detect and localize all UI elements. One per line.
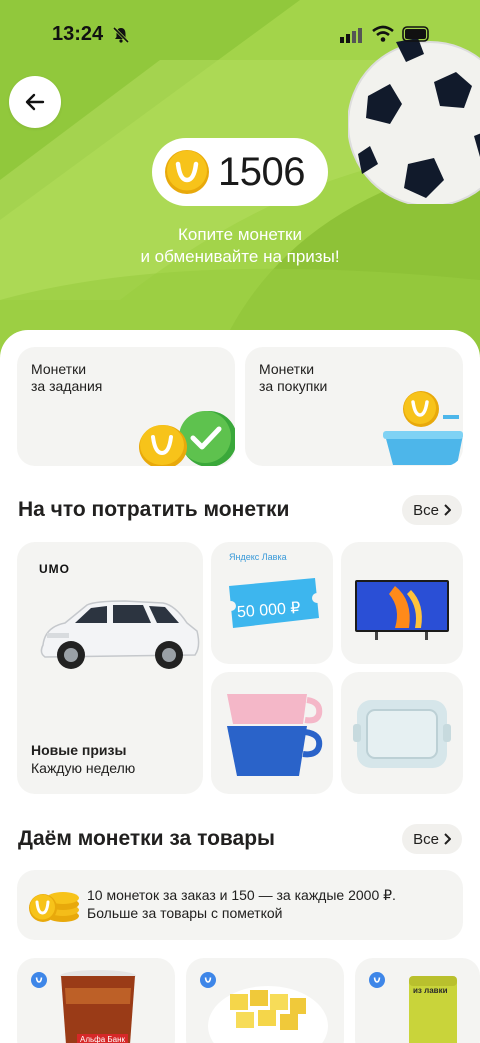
prize-card-car[interactable]: UMO Новые призы Каждую неделю (17, 542, 203, 794)
product-card-drink[interactable]: Альфа Банк (17, 958, 175, 1043)
earn-tasks-title: Монетки за задания (31, 361, 103, 394)
prize-card-tv[interactable] (341, 542, 463, 664)
spend-all-label: Все (413, 501, 439, 519)
signal-icon (340, 28, 362, 43)
wifi-icon (372, 25, 394, 42)
chevron-right-icon (444, 504, 451, 516)
goods-all-label: Все (413, 830, 439, 848)
earn-purchases-title: Монетки за покупки (259, 361, 328, 394)
chevron-right-icon (444, 833, 451, 845)
car-image (40, 600, 200, 669)
bell-muted-icon (112, 26, 130, 44)
goods-all-button[interactable]: Все (402, 824, 462, 854)
brand-logo: UMO (39, 562, 70, 576)
earn-tasks-card[interactable]: Монетки за задания (17, 347, 235, 466)
tv-image (355, 580, 449, 640)
product-label-can: из лавки (413, 986, 448, 995)
product-card-pineapple[interactable] (186, 958, 344, 1043)
baking-dish-image (353, 700, 451, 768)
battery-icon (402, 26, 429, 42)
coin-mark-icon (369, 972, 385, 988)
prize-card-dish[interactable] (341, 672, 463, 794)
coin-icon (165, 150, 209, 194)
coins-check-icon (139, 411, 235, 466)
coin-balance-value: 1506 (218, 149, 305, 194)
status-time: 13:24 (52, 23, 104, 45)
coins-info-text: 10 монеток за заказ и 150 — за каждые 20… (87, 887, 396, 921)
cups-image (227, 694, 323, 776)
basket-coin-icon (383, 391, 463, 465)
drink-can-image (409, 976, 457, 1043)
prize-card-cups[interactable] (211, 672, 333, 794)
hero-subtitle-line1: Копите монетки (178, 225, 302, 244)
drink-cup-image (60, 970, 136, 1043)
product-card-can[interactable]: из лавки (355, 958, 480, 1043)
prize-card-certificate[interactable]: Яндекс Лавка 50 000 ₽ (211, 542, 333, 664)
coin-balance[interactable]: 1506 (152, 138, 328, 206)
prize-card-subtitle: Каждую неделю (31, 760, 136, 776)
back-button[interactable] (9, 76, 61, 128)
arrow-left-icon (25, 93, 45, 111)
lavka-brand: Яндекс Лавка (229, 552, 287, 562)
earn-purchases-card[interactable]: Монетки за покупки (245, 347, 463, 466)
coin-mark-icon (31, 972, 47, 988)
hero-subtitle-line2: и обменивайте на призы! (140, 247, 340, 266)
spend-section-title: На что потратить монетки (18, 498, 290, 521)
coin-stack-icon (29, 892, 79, 922)
spend-all-button[interactable]: Все (402, 495, 462, 525)
goods-section-title: Даём монетки за товары (18, 827, 275, 850)
pineapple-bowl-image (208, 986, 328, 1043)
product-label-alfa: Альфа Банк (77, 1034, 129, 1043)
hero-subtitle: Копите монетки и обменивайте на призы! (90, 224, 390, 268)
prize-card-title: Новые призы (31, 742, 127, 758)
status-bar: 13:24 (0, 0, 480, 70)
coins-info-banner[interactable]: 10 монеток за заказ и 150 — за каждые 20… (17, 870, 463, 940)
